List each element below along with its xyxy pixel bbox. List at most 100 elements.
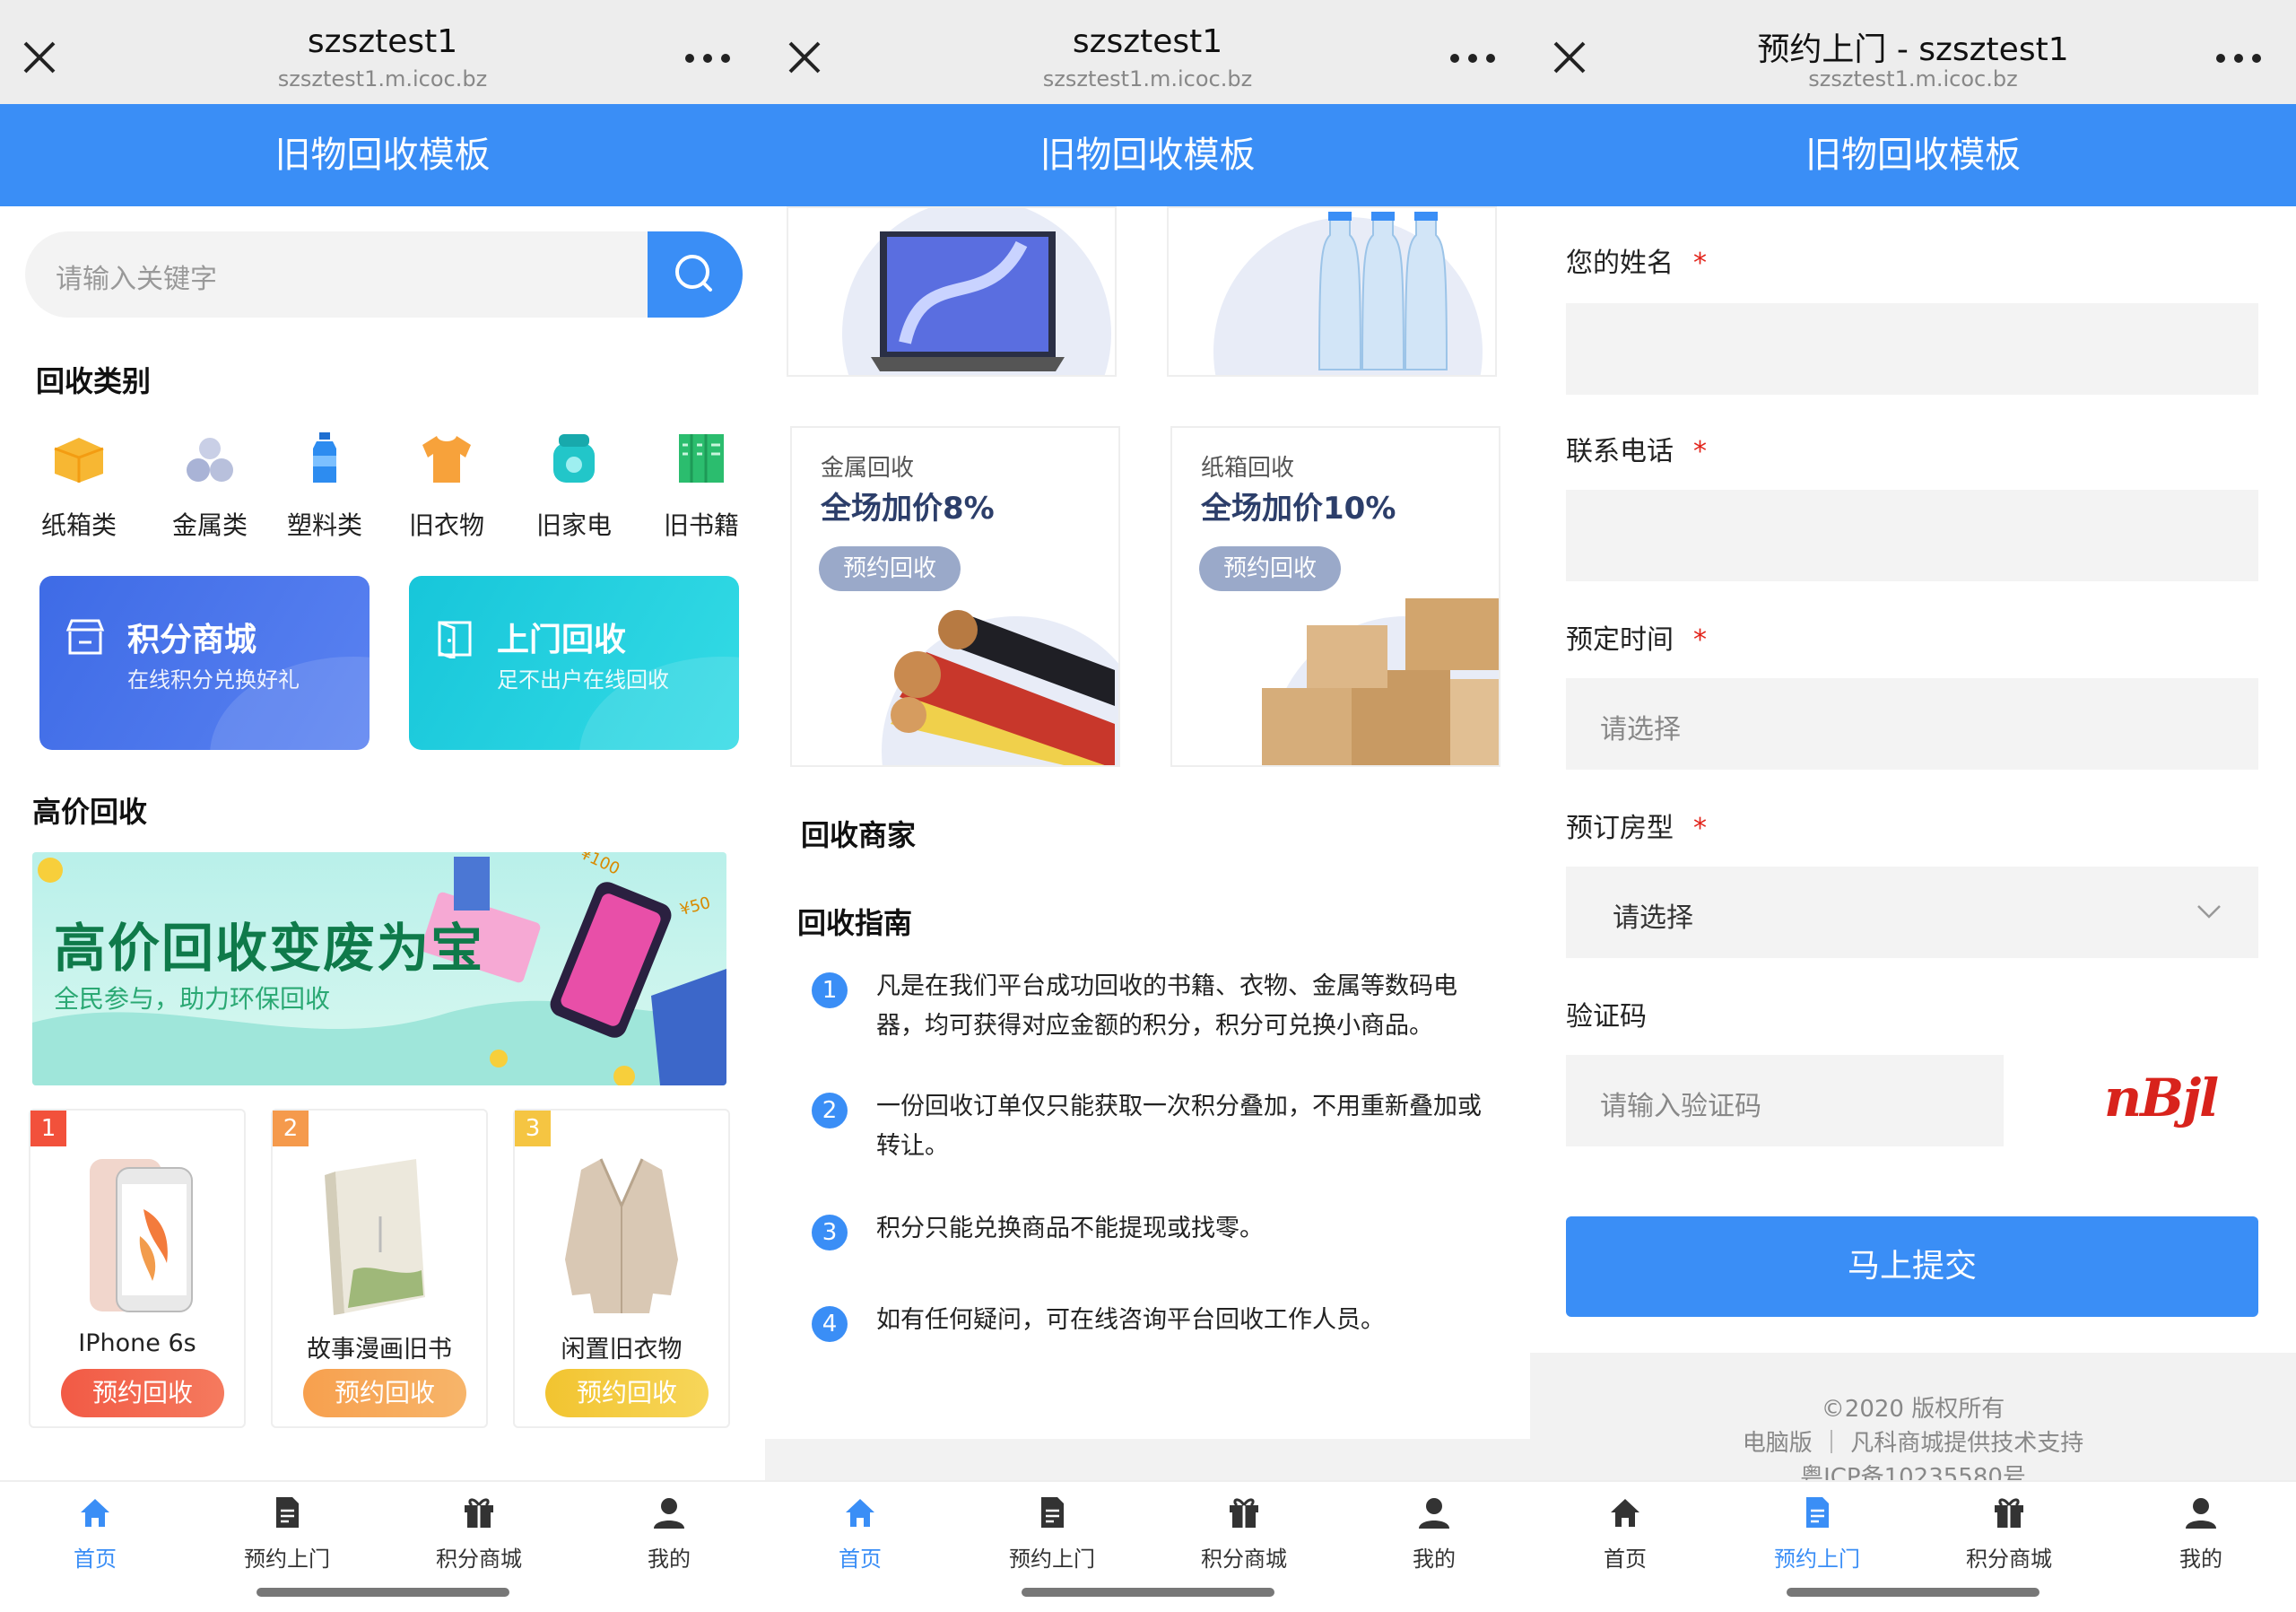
high-price-title: 高价回收 <box>32 795 148 829</box>
window-url: szsztest1.m.icoc.bz <box>277 66 488 91</box>
boxes-image <box>1262 598 1499 765</box>
product-card-iphone[interactable]: 1 IPhone 6s 预约回收 <box>29 1109 246 1428</box>
rank-badge: 3 <box>515 1111 551 1146</box>
submit-button[interactable]: 马上提交 <box>1566 1216 2258 1317</box>
footer-links[interactable]: 电脑版 ｜ 凡科商城提供技术支持 <box>1530 1425 2296 1458</box>
card-title: 积分商城 <box>127 622 257 658</box>
tab-mine[interactable]: 我的 <box>2129 1482 2273 1579</box>
category-item-plastic[interactable]: 塑料类 <box>271 431 378 542</box>
room-placeholder: 请选择 <box>1613 902 1693 934</box>
metal-icon <box>187 438 233 482</box>
window-url: szsztest1.m.icoc.bz <box>1808 66 2018 91</box>
home-indicator <box>765 1577 1530 1612</box>
guide-number: 4 <box>812 1306 848 1342</box>
search-box[interactable]: 请输入关键字 <box>25 231 743 318</box>
guide-text: 如有任何疑问，可在线咨询平台回收工作人员。 <box>876 1306 1385 1334</box>
captcha-image[interactable]: nBjl <box>2104 1067 2230 1130</box>
guide-number: 3 <box>812 1215 848 1250</box>
banner-subtitle: 全民参与，助力环保回收 <box>54 984 331 1014</box>
more-icon[interactable] <box>1446 43 1500 74</box>
card-subtitle: 在线积分兑换好礼 <box>127 667 300 693</box>
tab-points-mall[interactable]: 积分商城 <box>407 1482 551 1579</box>
webview-topbar: szsztest1 szsztest1.m.icoc.bz <box>0 0 765 104</box>
home-icon <box>846 1499 874 1527</box>
tab-label: 预约上门 <box>1009 1547 1095 1572</box>
webview-topbar: szsztest1 szsztest1.m.icoc.bz <box>765 0 1530 104</box>
promo-card-carton[interactable]: 纸箱回收 全场加价10% 预约回收 <box>1170 426 1500 767</box>
points-mall-card[interactable]: 积分商城 在线积分兑换好礼 <box>39 576 370 750</box>
category-item-metal[interactable]: 金属类 <box>156 431 264 542</box>
category-item-carton[interactable]: 纸箱类 <box>25 431 133 542</box>
time-picker[interactable]: 请选择 <box>1566 678 2258 770</box>
rank-badge: 2 <box>273 1111 309 1146</box>
phone-image <box>90 1159 193 1312</box>
guide-text: 一份回收订单仅只能获取一次积分叠加，不用重新叠加或转让。 <box>876 1093 1482 1160</box>
captcha-field[interactable]: 请输入验证码 <box>1566 1055 2004 1146</box>
tab-booking[interactable]: 预约上门 <box>215 1482 359 1579</box>
guide-text: 积分只能兑换商品不能提现或找零。 <box>876 1215 1264 1242</box>
tab-home[interactable]: 首页 <box>1553 1482 1697 1579</box>
product-card-books[interactable]: 2 故事漫画旧书 预约回收 <box>271 1109 488 1428</box>
product-tile[interactable] <box>787 206 1117 377</box>
book-recycle-button[interactable]: 预约回收 <box>303 1369 466 1417</box>
cables-image <box>882 610 1118 765</box>
tab-mine[interactable]: 我的 <box>1362 1482 1506 1579</box>
banner-title: 高价回收变废为宝 <box>54 918 485 979</box>
phone-field[interactable] <box>1566 490 2258 581</box>
guide-title: 回收指南 <box>797 906 913 940</box>
guide-number: 2 <box>812 1093 848 1128</box>
captcha-label: 验证码 <box>1566 1001 1647 1033</box>
tab-booking[interactable]: 预约上门 <box>980 1482 1124 1579</box>
tab-label: 我的 <box>1413 1547 1456 1572</box>
category-item-appliance[interactable]: 旧家电 <box>520 431 628 542</box>
tab-booking[interactable]: 预约上门 <box>1745 1482 1889 1579</box>
book-image <box>325 1159 425 1315</box>
search-input[interactable]: 请输入关键字 <box>56 257 217 296</box>
promo-banner[interactable]: 高价回收变废为宝 全民参与，助力环保回收 ¥100 ¥50 <box>32 852 726 1085</box>
home-screen: szsztest1 szsztest1.m.icoc.bz 旧物回收模板 请输入… <box>0 0 765 1612</box>
category-item-clothes[interactable]: 旧衣物 <box>393 431 500 542</box>
captcha-placeholder: 请输入验证码 <box>1600 1091 1761 1122</box>
tab-label: 我的 <box>2179 1547 2222 1572</box>
search-button[interactable] <box>648 231 743 318</box>
bottom-tab-bar: 首页 预约上门 积分商城 我的 <box>1530 1480 2296 1577</box>
laptop-image <box>842 208 1111 375</box>
category-item-books[interactable]: 旧书籍 <box>648 431 755 542</box>
book-recycle-button[interactable]: 预约回收 <box>819 546 961 591</box>
required-mark: * <box>1693 436 1707 467</box>
product-tile[interactable] <box>1167 206 1497 377</box>
search-icon <box>675 255 712 292</box>
more-icon[interactable] <box>2212 43 2266 74</box>
home-indicator <box>0 1577 765 1612</box>
phone-label: 联系电话 * <box>1566 436 1707 467</box>
required-mark: * <box>1693 624 1707 656</box>
category-label: 旧衣物 <box>408 510 484 540</box>
guide-number: 1 <box>812 972 848 1008</box>
product-card-clothes[interactable]: 3 闲置旧衣物 预约回收 <box>513 1109 730 1428</box>
tab-points-mall[interactable]: 积分商城 <box>1172 1482 1316 1579</box>
home-icon <box>81 1499 109 1527</box>
window-url: szsztest1.m.icoc.bz <box>1042 66 1253 91</box>
more-icon[interactable] <box>681 43 735 74</box>
icp-text[interactable]: 粤ICP备10235580号 <box>1530 1459 2296 1480</box>
tab-label: 积分商城 <box>436 1547 522 1572</box>
book-recycle-button[interactable]: 预约回收 <box>1199 546 1341 591</box>
name-field[interactable] <box>1566 303 2258 395</box>
tab-home[interactable]: 首页 <box>23 1482 167 1579</box>
tab-mine[interactable]: 我的 <box>597 1482 741 1579</box>
book-recycle-button[interactable]: 预约回收 <box>545 1369 709 1417</box>
chevron-down-icon <box>2197 905 2221 919</box>
book-recycle-button[interactable]: 预约回收 <box>61 1369 224 1417</box>
tab-home[interactable]: 首页 <box>788 1482 932 1579</box>
tab-label: 预约上门 <box>1774 1547 1860 1572</box>
book-icon <box>679 434 724 483</box>
door-recycle-card[interactable]: 上门回收 足不出户在线回收 <box>409 576 739 750</box>
room-select[interactable]: 请选择 <box>1566 867 2258 958</box>
room-label: 预订房型 * <box>1566 813 1707 844</box>
time-placeholder: 请选择 <box>1600 714 1681 745</box>
promo-card-metal[interactable]: 金属回收 全场加价8% 预约回收 <box>790 426 1120 767</box>
tab-label: 预约上门 <box>244 1547 330 1572</box>
tab-points-mall[interactable]: 积分商城 <box>1937 1482 2081 1579</box>
site-header: 旧物回收模板 <box>1530 104 2296 206</box>
door-icon <box>438 621 472 658</box>
